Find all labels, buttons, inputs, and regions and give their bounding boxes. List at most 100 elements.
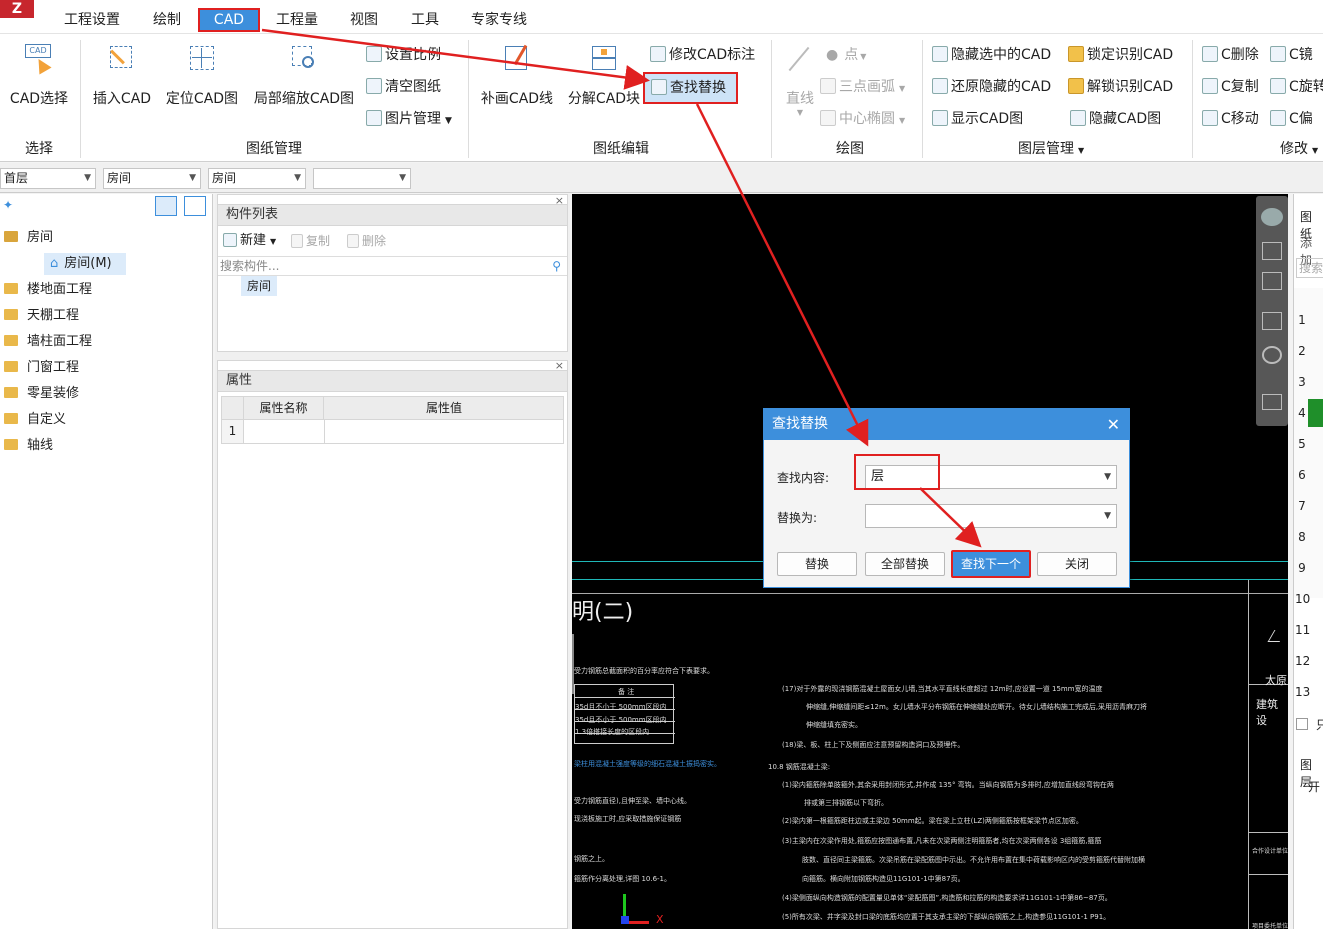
close-icon[interactable]: ✕ (1107, 409, 1120, 440)
view-top-icon[interactable] (1262, 272, 1282, 290)
tree-item-ceiling-works[interactable]: 天棚工程 (4, 305, 79, 327)
rotate-view-icon[interactable] (1262, 346, 1282, 364)
hide-selected-cad-button[interactable]: 隐藏选中的CAD (932, 44, 1051, 66)
lock-icon (1068, 46, 1084, 62)
drawing-search-input[interactable]: 搜索 (1296, 258, 1323, 278)
cad-rotate-button[interactable]: C旋转 (1270, 76, 1323, 98)
eraser-icon (1202, 46, 1218, 62)
column-header-property-name: 属性名称 (244, 397, 324, 419)
category-select[interactable]: 房间 ▼ (103, 168, 201, 189)
hide-cad-button[interactable]: 隐藏CAD图 (1070, 108, 1161, 130)
restore-hidden-cad-button[interactable]: 还原隐藏的CAD (932, 76, 1051, 98)
tree-item-wall-column-works[interactable]: 墙柱面工程 (4, 331, 92, 353)
cad-move-label: C移动 (1221, 111, 1259, 127)
show-cad-button[interactable]: 显示CAD图 (932, 108, 1023, 130)
copy-icon (1202, 78, 1218, 94)
close-button[interactable]: 关闭 (1037, 552, 1117, 576)
cad-select-button[interactable]: CAD CAD选择 (6, 42, 72, 108)
hide-selected-label: 隐藏选中的CAD (951, 47, 1052, 63)
menu-quantity[interactable]: 工程量 (276, 8, 318, 32)
drawing-row-number: 3 (1298, 375, 1306, 389)
menu-project-settings[interactable]: 工程设置 (64, 8, 120, 32)
cad-offset-button[interactable]: C偏 (1270, 108, 1313, 130)
drawing-row-number: 9 (1298, 561, 1306, 575)
tree-item-door-window-works[interactable]: 门窗工程 (4, 357, 79, 379)
tree-item-axis[interactable]: 轴线 (4, 435, 53, 457)
dropdown-arrow-icon: ▼ (860, 52, 867, 61)
hide-cad-icon (1070, 110, 1086, 126)
cad-select-icon: CAD (23, 42, 55, 75)
find-replace-button[interactable]: 查找替换 (643, 72, 738, 104)
arc-icon (820, 78, 836, 94)
component-property-panel: × 构件列表 新建 ▼ 复制 删除 搜索构件... ⚲ 房间 × 属性 属性名称 属… (215, 194, 570, 929)
clear-icon (366, 78, 382, 94)
line-button[interactable]: 直线 ▼ (778, 42, 822, 117)
tree-item-room-m[interactable]: ⌂ 房间(M) (44, 253, 126, 275)
checkbox[interactable] (1296, 718, 1308, 730)
menu-draw[interactable]: 绘制 (153, 8, 181, 32)
menu-tools[interactable]: 工具 (411, 8, 439, 32)
dialog-title: 查找替换 (772, 416, 828, 432)
image-manage-button[interactable]: 图片管理 ▼ (366, 108, 452, 130)
table-row[interactable]: 1 (221, 420, 564, 444)
set-scale-button[interactable]: 设置比例 (366, 44, 441, 66)
globe-icon[interactable] (1261, 208, 1283, 226)
cad-delete-button[interactable]: C删除 (1202, 44, 1259, 66)
add-icon[interactable]: ✦ (3, 198, 13, 212)
tree-item-floor-works[interactable]: 楼地面工程 (4, 279, 92, 301)
explode-block-icon (588, 42, 620, 74)
center-ellipse-button[interactable]: 中心椭圆 ▼ (820, 108, 905, 130)
type-select[interactable]: 房间 ▼ (208, 168, 306, 189)
copy-component-button[interactable]: 复制 (291, 230, 330, 252)
cad-move-button[interactable]: C移动 (1202, 108, 1259, 130)
cad-mirror-button[interactable]: C镜 (1270, 44, 1313, 66)
delete-component-button[interactable]: 删除 (347, 230, 386, 252)
replace-all-button[interactable]: 全部替换 (865, 552, 945, 576)
insert-cad-button[interactable]: 插入CAD (90, 42, 154, 108)
cad-copy-button[interactable]: C复制 (1202, 76, 1259, 98)
scale-icon (366, 46, 382, 62)
unlock-identified-cad-button[interactable]: 解锁识别CAD (1068, 76, 1173, 98)
tree-item-misc-decoration[interactable]: 零星装修 (4, 383, 79, 405)
grid-view-icon[interactable] (1262, 394, 1282, 410)
tree-item-room[interactable]: 房间 (4, 227, 53, 249)
new-icon (223, 233, 237, 247)
replace-button[interactable]: 替换 (777, 552, 857, 576)
find-next-button[interactable]: 查找下一个 (951, 550, 1031, 578)
find-label: 查找内容: (777, 471, 830, 485)
group-title-layer[interactable]: 图层管理 ▼ (1018, 138, 1084, 158)
arc-label: 三点画弧 (839, 79, 895, 95)
cad-delete-label: C删除 (1221, 47, 1259, 63)
view-3d-icon[interactable] (1262, 242, 1282, 260)
replace-with-combo[interactable]: ▼ (865, 504, 1117, 528)
mirror-icon (1270, 46, 1286, 62)
patch-cad-line-button[interactable]: 补画CAD线 (476, 42, 558, 108)
view-iso-icon[interactable] (1262, 312, 1282, 330)
component-search-input[interactable]: 搜索构件... ⚲ (218, 256, 567, 276)
component-item-room[interactable]: 房间 (241, 276, 277, 296)
new-component-button[interactable]: 新建 ▼ (223, 230, 276, 252)
modify-cad-dim-button[interactable]: 修改CAD标注 (650, 44, 755, 66)
dropdown-arrow-icon: ▼ (1312, 146, 1319, 155)
clear-drawing-button[interactable]: 清空图纸 (366, 76, 441, 98)
drawing-row-number: 10 (1295, 592, 1311, 606)
chevron-down-icon: ▼ (399, 173, 406, 183)
zoom-cad-button[interactable]: 局部缩放CAD图 (248, 42, 360, 108)
locate-cad-button[interactable]: 定位CAD图 (162, 42, 242, 108)
grid-view-icon[interactable] (184, 196, 206, 216)
explode-cad-block-button[interactable]: 分解CAD块 (564, 42, 644, 108)
menu-expert-line[interactable]: 专家专线 (471, 8, 527, 32)
extra-select[interactable]: ▼ (313, 168, 411, 189)
point-button[interactable]: ● 点 ▼ (826, 44, 866, 66)
list-view-icon[interactable] (155, 196, 177, 216)
drawing-row-number: 6 (1298, 468, 1306, 482)
menu-view[interactable]: 视图 (350, 8, 378, 32)
image-icon (366, 110, 382, 126)
menu-cad[interactable]: CAD (198, 8, 260, 32)
group-title-modify[interactable]: 修改 ▼ (1280, 138, 1318, 158)
floor-select[interactable]: 首层 ▼ (0, 168, 96, 189)
three-point-arc-button[interactable]: 三点画弧 ▼ (820, 76, 905, 98)
tree-item-custom[interactable]: 自定义 (4, 409, 66, 431)
lock-identified-cad-button[interactable]: 锁定识别CAD (1068, 44, 1173, 66)
ellipse-icon (820, 110, 836, 126)
